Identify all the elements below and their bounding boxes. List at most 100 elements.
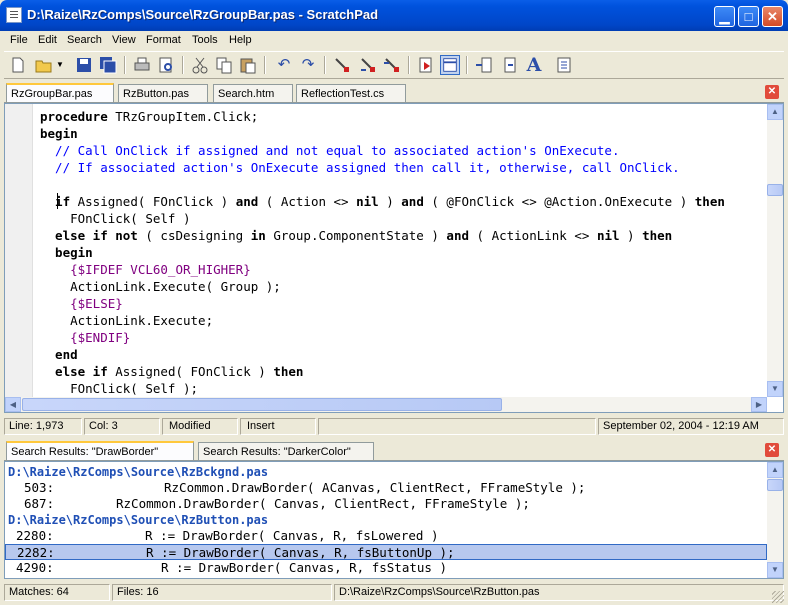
result-file-header[interactable]: D:\Raize\RzComps\Source\RzBckgnd.pas bbox=[5, 464, 770, 480]
editor-horizontal-scrollbar[interactable]: ◀ ▶ bbox=[5, 397, 767, 412]
menu-view[interactable]: View bbox=[112, 34, 136, 46]
title-bar[interactable]: D:\Raize\RzComps\Source\RzGroupBar.pas -… bbox=[0, 0, 788, 31]
tab-reflectiontest[interactable]: ReflectionTest.cs bbox=[296, 84, 406, 103]
toggle-bookmark-icon[interactable] bbox=[332, 55, 352, 75]
tab-rzgroupbar[interactable]: RzGroupBar.pas bbox=[6, 83, 114, 104]
result-row[interactable]: 687: RzCommon.DrawBorder( Canvas, ClientR… bbox=[5, 496, 767, 512]
results-tabstrip: Search Results: "DrawBorder" Search Resu… bbox=[4, 441, 784, 462]
status-modified: Modified bbox=[162, 418, 238, 435]
code-line: ActionLink.Execute( Group ); bbox=[40, 279, 281, 294]
result-row-selected[interactable]: 2282: R := DrawBorder( Canvas, R, fsButto… bbox=[5, 544, 767, 560]
line-gutter[interactable] bbox=[5, 104, 33, 397]
code-line: else if Assigned( FOnClick ) then bbox=[40, 364, 304, 379]
close-results-icon[interactable]: ✕ bbox=[765, 443, 779, 457]
search-results-list[interactable]: D:\Raize\RzComps\Source\RzBckgnd.pas 503… bbox=[4, 461, 784, 579]
tab-search-htm[interactable]: Search.htm bbox=[213, 84, 293, 103]
redo-icon[interactable]: ↷ bbox=[298, 55, 318, 75]
status-column: Col: 3 bbox=[84, 418, 160, 435]
code-line: procedure TRzGroupItem.Click; bbox=[40, 109, 259, 124]
code-line: ActionLink.Execute; bbox=[40, 313, 214, 328]
results-scroll-up-icon[interactable]: ▲ bbox=[767, 462, 783, 478]
undo-icon[interactable]: ↶ bbox=[274, 55, 294, 75]
status-matches: Matches: 64 bbox=[4, 584, 110, 601]
result-row[interactable]: 2280: R := DrawBorder( Canvas, R, fsLower… bbox=[5, 528, 767, 544]
menu-format[interactable]: Format bbox=[146, 34, 181, 46]
save-icon[interactable] bbox=[74, 55, 94, 75]
code-line: FOnClick( Self ); bbox=[40, 381, 199, 396]
code-line: else if not ( csDesigning in Group.Compo… bbox=[40, 228, 673, 243]
tab-results-darkercolor[interactable]: Search Results: "DarkerColor" bbox=[198, 442, 374, 461]
menu-tools[interactable]: Tools bbox=[192, 34, 218, 46]
code-comment: // If associated action's OnExecute assi… bbox=[40, 160, 680, 175]
goto-line-icon[interactable] bbox=[500, 55, 520, 75]
cut-icon[interactable] bbox=[190, 55, 210, 75]
results-status-bar: Matches: 64 Files: 16 D:\Raize\RzComps\S… bbox=[4, 582, 784, 602]
tab-results-drawborder[interactable]: Search Results: "DrawBorder" bbox=[6, 441, 194, 462]
menu-edit[interactable]: Edit bbox=[38, 34, 57, 46]
code-line: end bbox=[40, 347, 78, 362]
indent-icon[interactable] bbox=[474, 55, 494, 75]
menu-file[interactable]: File bbox=[10, 34, 28, 46]
code-editor[interactable]: procedure TRzGroupItem.Click; begin // C… bbox=[4, 103, 784, 413]
next-bookmark-icon[interactable] bbox=[358, 55, 378, 75]
font-icon[interactable]: A bbox=[524, 55, 544, 75]
scroll-up-icon[interactable]: ▲ bbox=[767, 104, 783, 120]
code-directive: {$ELSE} bbox=[40, 296, 123, 311]
result-row[interactable]: 4290: R := DrawBorder( Canvas, R, fsStatu… bbox=[5, 560, 767, 576]
tab-rzbutton[interactable]: RzButton.pas bbox=[118, 84, 208, 103]
results-scroll-down-icon[interactable]: ▼ bbox=[767, 562, 783, 578]
menu-bar: File Edit Search View Format Tools Help bbox=[4, 31, 784, 51]
status-files: Files: 16 bbox=[112, 584, 332, 601]
options-list-icon[interactable] bbox=[554, 55, 574, 75]
maximize-button[interactable]: □ bbox=[738, 6, 759, 27]
close-icon: ✕ bbox=[767, 9, 778, 24]
code-line: FOnClick( Self ) bbox=[40, 211, 191, 226]
result-file-header[interactable]: D:\Raize\RzComps\Source\RzButton.pas bbox=[5, 512, 770, 528]
previous-bookmark-icon[interactable] bbox=[382, 55, 402, 75]
toolbar: ▼ ↶ ↷ A bbox=[4, 51, 784, 79]
horizontal-scroll-thumb[interactable] bbox=[22, 398, 502, 411]
code-comment: // Call OnClick if assigned and not equa… bbox=[40, 143, 620, 158]
status-line: Line: 1,973 bbox=[4, 418, 82, 435]
editor-tabstrip: RzGroupBar.pas RzButton.pas Search.htm R… bbox=[4, 83, 784, 104]
vertical-scroll-thumb[interactable] bbox=[767, 184, 783, 196]
status-datetime: September 02, 2004 - 12:19 AM bbox=[598, 418, 784, 435]
close-button[interactable]: ✕ bbox=[762, 6, 783, 27]
status-empty bbox=[318, 418, 596, 435]
editor-vertical-scrollbar[interactable]: ▲ ▼ bbox=[767, 104, 783, 397]
minimize-icon: ▁ bbox=[719, 9, 730, 24]
new-file-icon[interactable] bbox=[8, 55, 28, 75]
code-directive: {$IFDEF VCL60_OR_HIGHER} bbox=[40, 262, 251, 277]
scroll-left-icon[interactable]: ◀ bbox=[5, 397, 21, 412]
window-title: D:\Raize\RzComps\Source\RzGroupBar.pas -… bbox=[27, 7, 379, 22]
paste-icon[interactable] bbox=[238, 55, 258, 75]
open-dropdown-icon[interactable]: ▼ bbox=[56, 55, 64, 75]
menu-help[interactable]: Help bbox=[229, 34, 252, 46]
code-directive: {$ENDIF} bbox=[40, 330, 131, 345]
print-preview-icon[interactable] bbox=[156, 55, 176, 75]
menu-search[interactable]: Search bbox=[67, 34, 102, 46]
document-bookmark-icon[interactable] bbox=[416, 55, 436, 75]
code-line: begin bbox=[40, 245, 93, 260]
editor-status-bar: Line: 1,973 Col: 3 Modified Insert Septe… bbox=[4, 416, 784, 436]
close-tab-icon[interactable]: ✕ bbox=[765, 85, 779, 99]
results-scroll-thumb[interactable] bbox=[767, 479, 783, 491]
save-all-icon[interactable] bbox=[98, 55, 118, 75]
scroll-right-icon[interactable]: ▶ bbox=[751, 397, 767, 412]
app-icon bbox=[6, 7, 22, 23]
code-line: begin bbox=[40, 126, 78, 141]
split-view-icon[interactable] bbox=[440, 55, 460, 75]
open-folder-icon[interactable] bbox=[34, 55, 54, 75]
maximize-icon: □ bbox=[744, 9, 753, 24]
scroll-down-icon[interactable]: ▼ bbox=[767, 381, 783, 397]
results-vertical-scrollbar[interactable]: ▲ ▼ bbox=[767, 462, 783, 578]
text-caret bbox=[57, 193, 58, 209]
status-insert-mode: Insert bbox=[240, 418, 316, 435]
code-line-current: if Assigned( FOnClick ) and ( Action <> … bbox=[40, 194, 725, 209]
resize-grip-icon[interactable] bbox=[772, 591, 784, 603]
result-row[interactable]: 503: RzCommon.DrawBorder( ACanvas, Client… bbox=[5, 480, 767, 496]
print-icon[interactable] bbox=[132, 55, 152, 75]
copy-icon[interactable] bbox=[214, 55, 234, 75]
minimize-button[interactable]: ▁ bbox=[714, 6, 735, 27]
status-path: D:\Raize\RzComps\Source\RzButton.pas bbox=[334, 584, 784, 601]
